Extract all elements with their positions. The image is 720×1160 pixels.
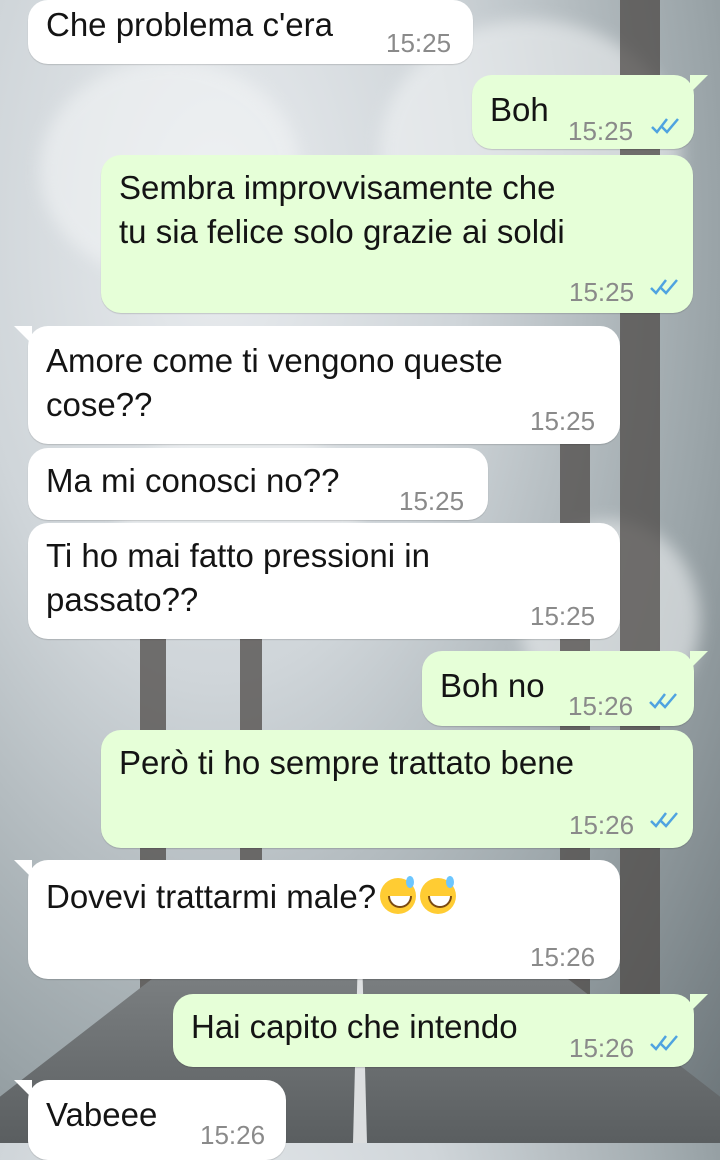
message-time: 15:25 bbox=[386, 28, 452, 58]
outgoing-message[interactable]: Però ti ho sempre trattato bene 15:26 bbox=[101, 730, 693, 848]
message-time: 15:25 bbox=[530, 406, 596, 436]
message-line: cose?? bbox=[46, 386, 153, 423]
incoming-message[interactable]: Amore come ti vengono queste cose?? 15:2… bbox=[14, 326, 620, 444]
message-text: Vabeee bbox=[46, 1096, 158, 1133]
incoming-message[interactable]: Che problema c'era 15:25 bbox=[28, 0, 473, 64]
outgoing-message[interactable]: Boh 15:25 bbox=[472, 75, 708, 149]
incoming-message[interactable]: Ti ho mai fatto pressioni in passato?? 1… bbox=[28, 523, 620, 639]
outgoing-message[interactable]: Hai capito che intendo 15:26 bbox=[173, 994, 708, 1067]
incoming-message[interactable]: Dovevi trattarmi male? 15:26 bbox=[14, 860, 620, 979]
read-ticks-icon bbox=[650, 812, 678, 828]
read-ticks-icon bbox=[650, 1035, 678, 1051]
message-text-content: Dovevi trattarmi male? bbox=[46, 878, 377, 915]
incoming-message[interactable]: Ma mi conosci no?? 15:25 bbox=[28, 448, 488, 520]
message-line: tu sia felice solo grazie ai soldi bbox=[119, 213, 565, 250]
message-text: Boh bbox=[490, 91, 549, 128]
message-line: Sembra improvvisamente che bbox=[119, 169, 556, 206]
read-ticks-icon bbox=[651, 118, 679, 134]
incoming-message[interactable]: Vabeee 15:26 bbox=[14, 1080, 286, 1160]
message-time: 15:26 bbox=[569, 1033, 635, 1063]
message-time: 15:26 bbox=[530, 942, 596, 972]
grinning-face-with-sweat-icon bbox=[380, 876, 417, 914]
message-text: Boh no bbox=[440, 667, 545, 704]
message-text: Dovevi trattarmi male? bbox=[46, 876, 457, 918]
message-time: 15:26 bbox=[568, 691, 634, 721]
message-text: Hai capito che intendo bbox=[191, 1008, 518, 1045]
grinning-face-with-sweat-icon bbox=[420, 876, 457, 914]
outgoing-message[interactable]: Boh no 15:26 bbox=[422, 651, 708, 726]
message-line: passato?? bbox=[46, 581, 199, 618]
read-ticks-icon bbox=[650, 279, 678, 295]
message-time: 15:25 bbox=[568, 116, 634, 146]
message-line: Ti ho mai fatto pressioni in bbox=[46, 537, 430, 574]
outgoing-message[interactable]: Sembra improvvisamente che tu sia felice… bbox=[101, 155, 693, 313]
message-text: Però ti ho sempre trattato bene bbox=[119, 744, 574, 781]
message-time: 15:26 bbox=[569, 810, 635, 840]
message-list[interactable]: Che problema c'era 15:25 Boh 15:25 Sembr… bbox=[0, 0, 720, 1160]
message-time: 15:25 bbox=[530, 601, 596, 631]
message-line: Amore come ti vengono queste bbox=[46, 342, 503, 379]
message-text: Ma mi conosci no?? bbox=[46, 462, 340, 499]
message-time: 15:25 bbox=[569, 277, 635, 307]
message-text: Che problema c'era bbox=[46, 6, 333, 43]
message-time: 15:26 bbox=[200, 1120, 266, 1150]
message-time: 15:25 bbox=[399, 486, 465, 516]
read-ticks-icon bbox=[649, 693, 677, 709]
